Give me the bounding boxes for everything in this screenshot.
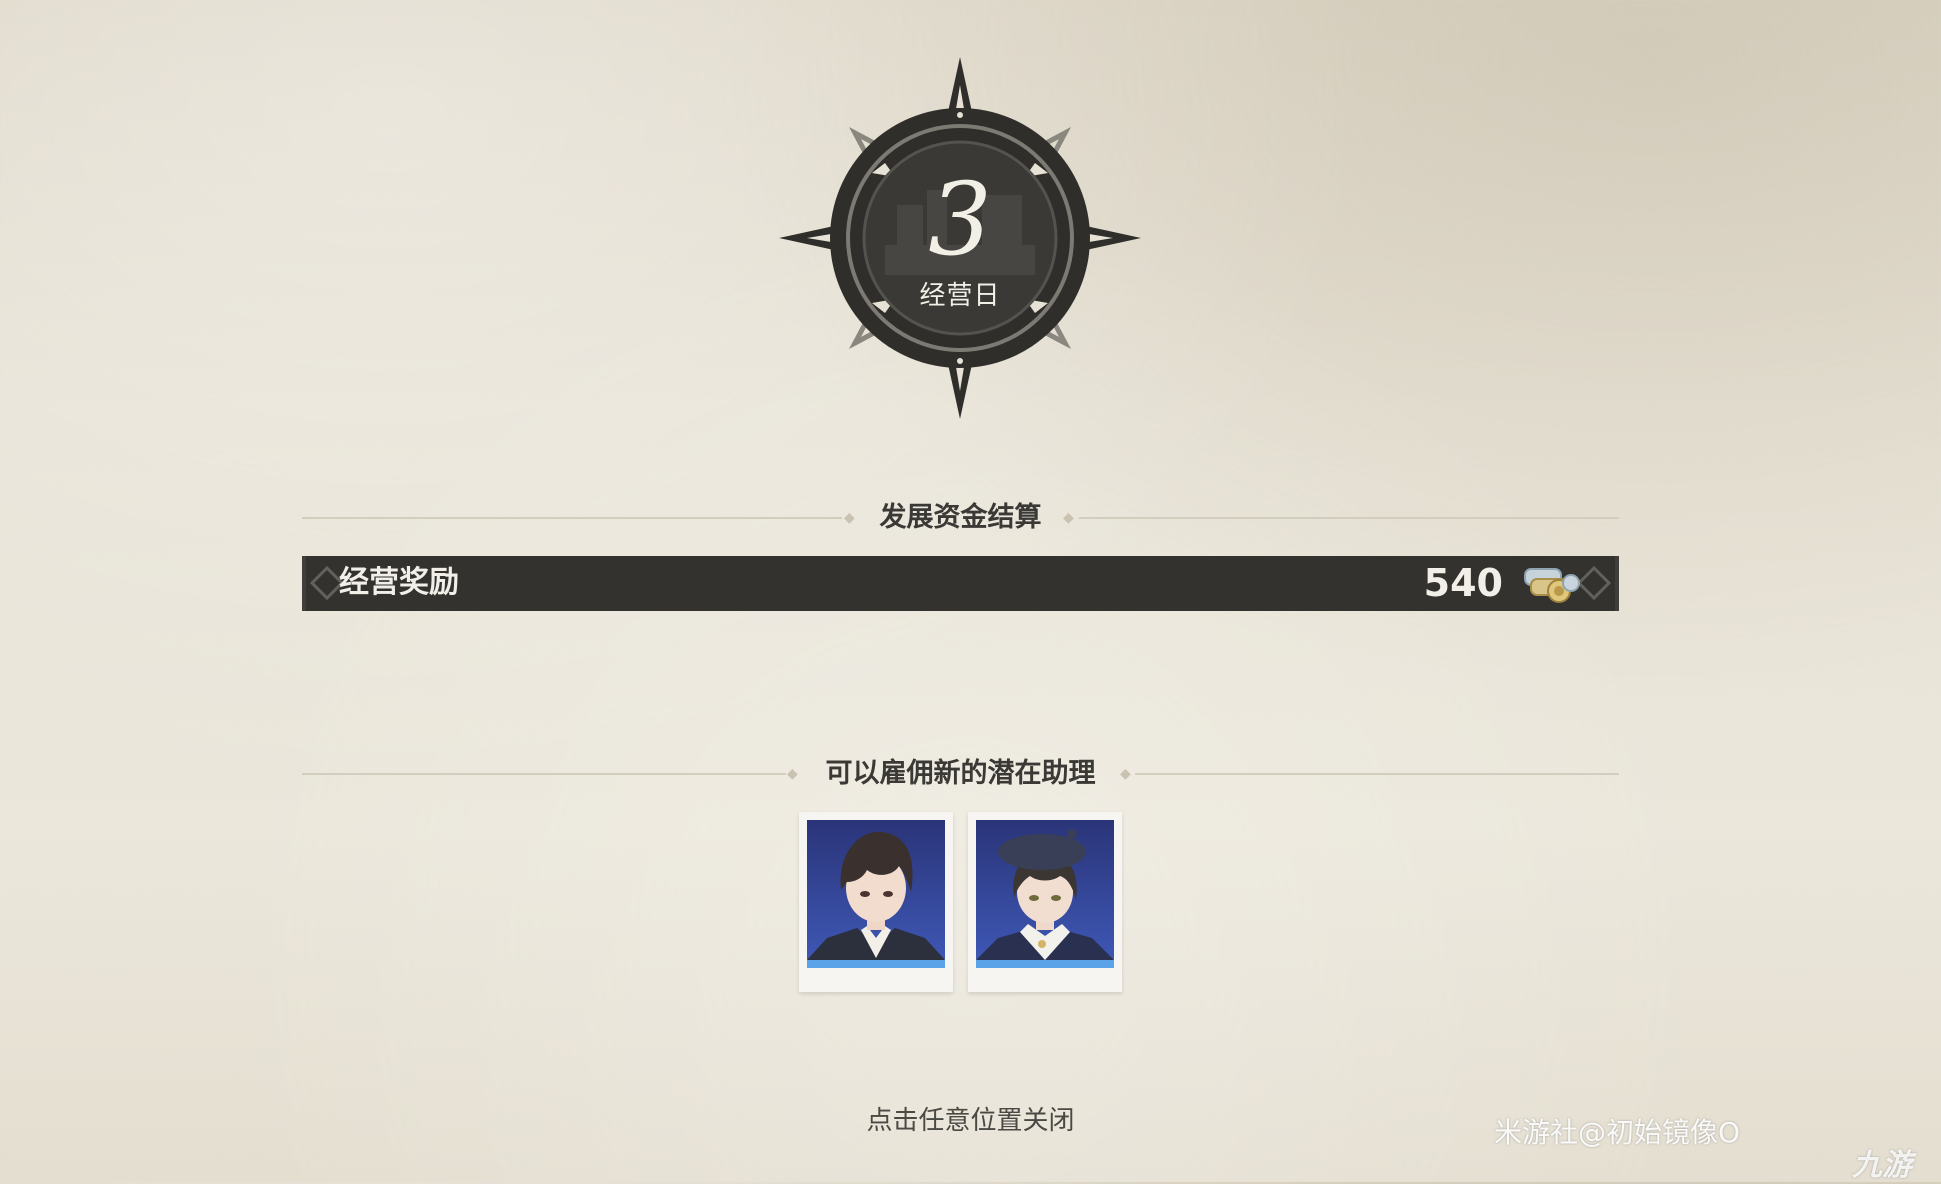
assistants-section-title: 可以雇佣新的潜在助理 — [825, 758, 1096, 789]
watermark-logo: 九游 — [1852, 1148, 1912, 1183]
reward-value: 540 — [1423, 561, 1503, 605]
day-emblem: 3 经营日 — [777, 55, 1143, 421]
coin-stack-icon — [1524, 568, 1580, 603]
assistants-section-header: ◆ ◆ 可以雇佣新的潜在助理 — [302, 754, 1619, 794]
male-assistant-portrait — [807, 820, 945, 968]
close-overlay[interactable]: 3 经营日 ◆ ◆ 发展资金结算 经营奖励 540 ◆ ◆ 可以雇佣新的潜在助理… — [0, 0, 1941, 1183]
reward-label: 经营奖励 — [339, 565, 459, 600]
female-assistant-portrait — [976, 820, 1114, 968]
reward-row: 经营奖励 540 — [302, 556, 1619, 611]
funds-section-title: 发展资金结算 — [879, 502, 1042, 533]
watermark-text: 米游社@初始镜像O — [1494, 1116, 1741, 1149]
day-number: 3 — [928, 161, 992, 278]
day-label: 经营日 — [919, 281, 1001, 311]
bar-corner-ornament-icon — [1576, 565, 1612, 601]
assistant-card[interactable] — [799, 812, 953, 992]
funds-section-header: ◆ ◆ 发展资金结算 — [302, 498, 1619, 538]
assistant-card[interactable] — [968, 812, 1122, 992]
